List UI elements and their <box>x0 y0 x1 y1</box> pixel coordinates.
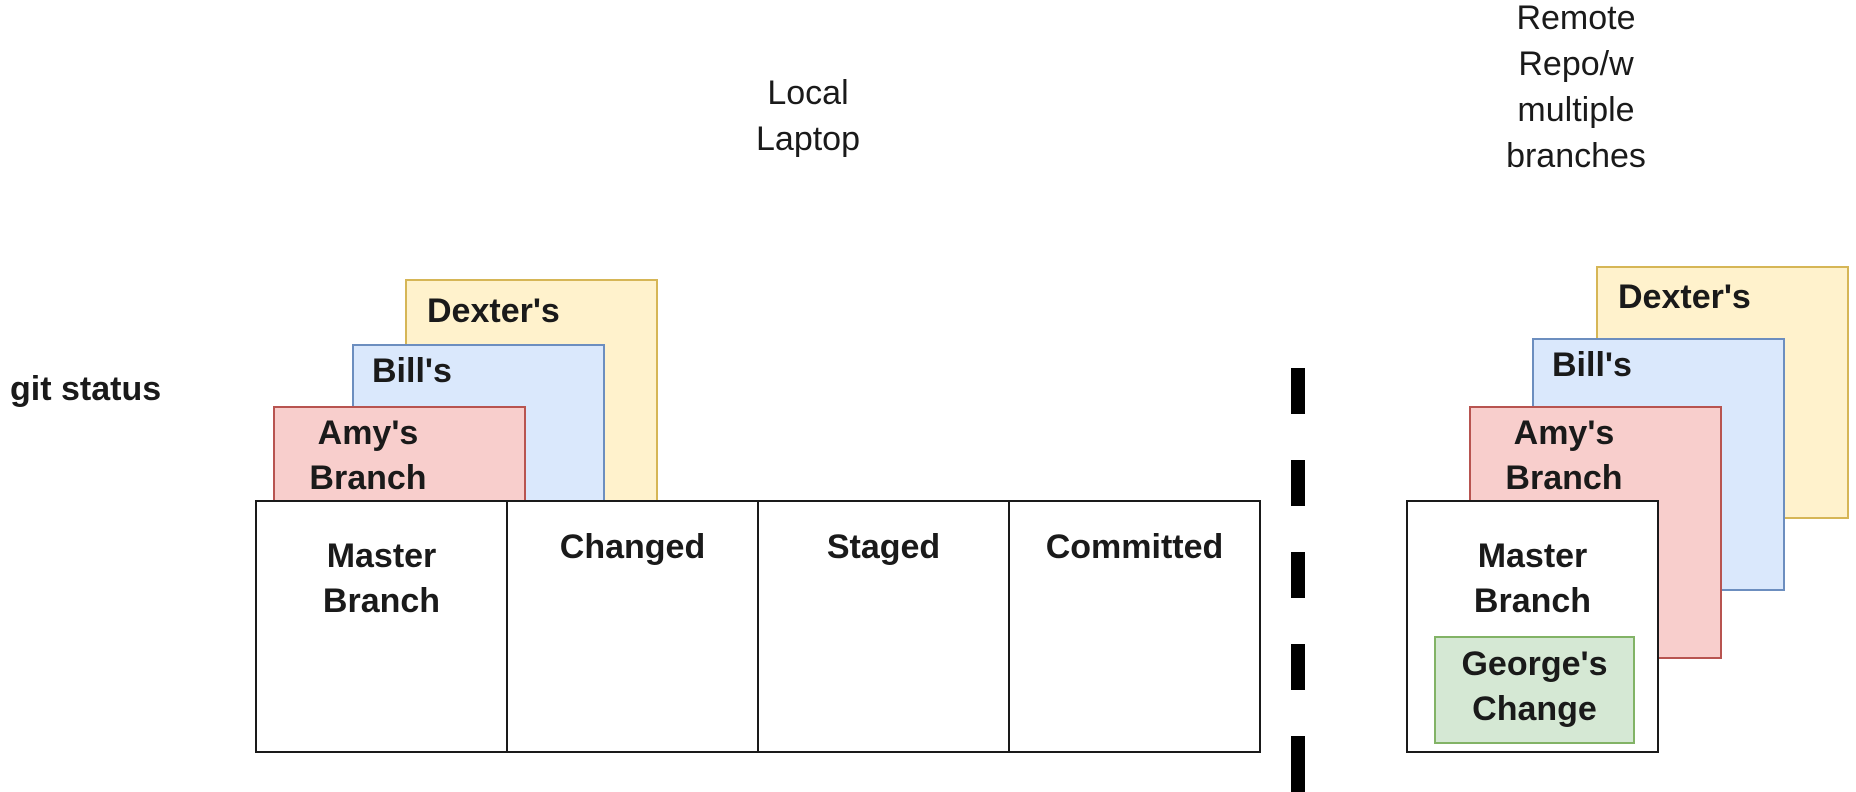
local-master-label: Master Branch <box>322 537 441 620</box>
local-bill-label: Bill's <box>372 352 452 390</box>
remote-repo-title: Remote Repo/w multiple branches <box>1506 0 1646 175</box>
remote-dexter-label: Dexter's <box>1618 278 1751 316</box>
committed-box: Committed <box>1008 500 1261 753</box>
george-change-label: George's Change <box>1461 645 1608 728</box>
remote-master-label: Master Branch <box>1473 537 1592 620</box>
local-dexter-label: Dexter's <box>427 292 560 330</box>
staged-box: Staged <box>757 500 1010 753</box>
local-amy-label: Amy's Branch <box>309 414 427 497</box>
local-laptop-title: Local Laptop <box>756 74 860 158</box>
staged-label: Staged <box>826 528 941 566</box>
committed-label: Committed <box>1045 528 1224 566</box>
remote-bill-label: Bill's <box>1552 346 1632 384</box>
local-master-branch-box: Master Branch <box>255 500 508 753</box>
george-change-box: George's Change <box>1434 636 1635 744</box>
changed-label: Changed <box>559 528 706 566</box>
local-amy-branch: Amy's Branch <box>273 406 526 506</box>
git-status-label: git status <box>10 370 162 408</box>
changed-box: Changed <box>506 500 759 753</box>
remote-amy-label: Amy's Branch <box>1505 414 1623 497</box>
remote-master-branch-box: Master Branch George's Change <box>1406 500 1659 753</box>
